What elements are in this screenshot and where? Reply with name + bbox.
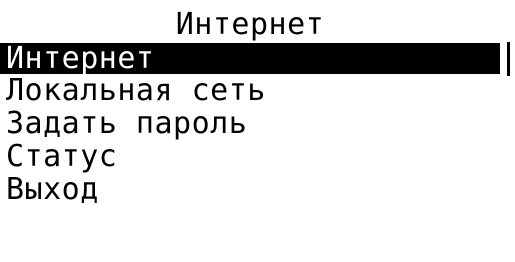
menu-item-exit[interactable]: Выход: [0, 173, 500, 206]
menu-list: Интернет Локальная сеть Задать пароль Ст…: [0, 43, 500, 206]
menu-item-internet[interactable]: Интернет: [0, 43, 500, 74]
scrollbar-thumb[interactable]: [507, 42, 510, 76]
menu-item-local-network[interactable]: Локальная сеть: [0, 74, 500, 107]
menu-item-set-password[interactable]: Задать пароль: [0, 107, 500, 140]
menu-item-status[interactable]: Статус: [0, 140, 500, 173]
lcd-screen: Интернет Интернет Локальная сеть Задать …: [0, 0, 515, 262]
screen-title: Интернет: [175, 7, 325, 42]
